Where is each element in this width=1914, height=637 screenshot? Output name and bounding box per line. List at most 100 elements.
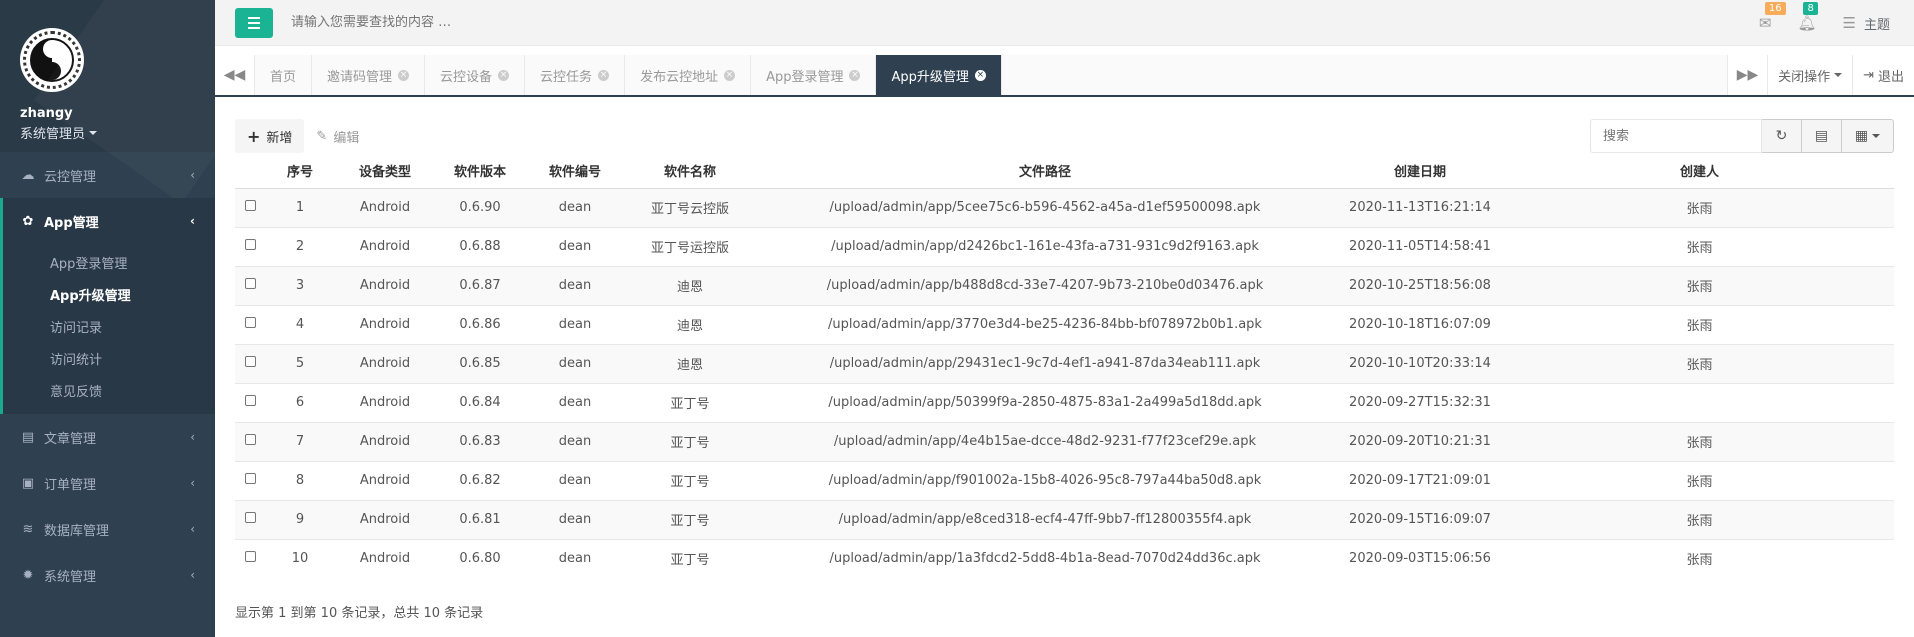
database-icon: ≋: [22, 521, 34, 537]
close-icon[interactable]: ×: [849, 69, 861, 81]
tab-invite-codes[interactable]: 邀请码管理 ×: [312, 55, 426, 95]
notification-button[interactable]: 🔔︎ 8: [1797, 2, 1818, 32]
toggle-view-button[interactable]: ▤: [1802, 119, 1842, 153]
tab-label: App登录管理: [766, 69, 844, 85]
table-row[interactable]: 2 Android 0.6.88 dean 亚丁号运控版/upload/admin/ap…: [235, 226, 1894, 266]
sidebar-item-database[interactable]: ≋ 数据库管理 ‹: [0, 506, 215, 552]
table-cell: 4: [265, 304, 335, 344]
column-header[interactable]: 设备类型: [335, 154, 435, 189]
chevron-left-icon: ‹: [190, 214, 195, 228]
row-checkbox[interactable]: [244, 434, 256, 445]
close-icon[interactable]: ×: [974, 69, 986, 81]
row-checkbox[interactable]: [244, 512, 256, 523]
tab-app-login[interactable]: App登录管理 ×: [751, 55, 877, 95]
row-checkbox[interactable]: [244, 200, 256, 211]
caret-down-icon: [89, 130, 98, 135]
tab-home[interactable]: 首页: [255, 55, 313, 95]
sidebar-subitem-app-login[interactable]: App登录管理: [3, 246, 215, 278]
table-cell: Android: [335, 304, 435, 344]
row-checkbox[interactable]: [244, 551, 256, 563]
menu-toggle-button[interactable]: [235, 7, 273, 38]
close-icon[interactable]: ×: [598, 69, 610, 81]
table-cell: 0.6.85: [435, 343, 525, 383]
sidebar-subitem-app-upgrade[interactable]: App升级管理: [3, 278, 215, 310]
table-cell: 0.6.86: [435, 304, 525, 344]
table-cell: Android: [335, 382, 435, 422]
row-select-cell: [235, 226, 265, 266]
edit-button[interactable]: ✎ 编辑: [304, 119, 371, 153]
tab-cloud-tasks[interactable]: 云控任务 ×: [525, 55, 626, 95]
grid-icon: ▦: [1854, 128, 1869, 144]
close-icon[interactable]: ×: [724, 69, 736, 81]
close-icon[interactable]: ×: [498, 69, 510, 81]
avatar[interactable]: [20, 28, 84, 92]
column-header[interactable]: 软件版本: [435, 154, 525, 189]
column-header[interactable]: 创建人: [1505, 154, 1894, 189]
logout-label: 退出: [1877, 69, 1904, 85]
table-cell: 2020-09-15T16:09:07: [1335, 499, 1505, 539]
row-select-cell: [235, 265, 265, 305]
sidebar-item-system[interactable]: ✹ 系统管理 ‹: [0, 552, 215, 598]
close-icon[interactable]: ×: [398, 69, 410, 81]
row-checkbox[interactable]: [244, 278, 256, 289]
table-cell: /upload/admin/app/29431ec1-9c7d-4ef1-a94…: [755, 343, 1335, 383]
table-cell: 2020-10-25T18:56:08: [1335, 265, 1505, 305]
table-row[interactable]: 5 Android 0.6.85 dean 迪恩/upload/admin/app/29…: [235, 343, 1894, 383]
sidebar-item-orders[interactable]: ▣ 订单管理 ‹: [0, 460, 215, 506]
table-search-input[interactable]: [1590, 119, 1762, 153]
theme-button[interactable]: ☰ 主题: [1843, 14, 1890, 33]
table-body: 1 Android 0.6.90 dean 亚丁号云控版/upload/admin/ap…: [235, 187, 1894, 578]
table-row[interactable]: 4 Android 0.6.86 dean 迪恩/upload/admin/app/37…: [235, 304, 1894, 344]
table-cell: 2020-09-27T15:32:31: [1335, 382, 1505, 422]
table-cell: 迪恩: [625, 304, 755, 344]
user-role-dropdown[interactable]: 系统管理员: [20, 123, 215, 142]
table-row[interactable]: 6 Android 0.6.84 dean 亚丁号/upload/admin/app/5…: [235, 382, 1894, 422]
row-checkbox[interactable]: [244, 239, 256, 250]
tabs-scroll-left-button[interactable]: ◀◀: [215, 55, 255, 95]
double-left-icon: ◀◀: [223, 67, 246, 83]
logout-button[interactable]: ⇥ 退出: [1852, 55, 1914, 95]
tabs-scroll-right-button[interactable]: ▶▶: [1727, 55, 1768, 95]
order-icon: ▣: [21, 475, 35, 491]
mail-button[interactable]: ✉ 16: [1759, 2, 1786, 32]
column-header[interactable]: 文件路径: [755, 154, 1335, 189]
sidebar-item-cloud[interactable]: ☁ 云控管理 ‹: [0, 152, 215, 198]
row-checkbox[interactable]: [244, 473, 256, 484]
column-header[interactable]: 软件编号: [525, 154, 625, 189]
row-checkbox[interactable]: [244, 317, 256, 328]
table-row[interactable]: 3 Android 0.6.87 dean 迪恩/upload/admin/app/b4…: [235, 265, 1894, 305]
sidebar-subitem-access-log[interactable]: 访问记录: [3, 310, 215, 342]
sidebar-subitem-access-stats[interactable]: 访问统计: [3, 342, 215, 374]
refresh-button[interactable]: ↻: [1762, 119, 1802, 153]
sidebar-subitem-feedback[interactable]: 意见反馈: [3, 374, 215, 406]
table-cell: dean: [525, 460, 625, 500]
table-cell: 2020-09-03T15:06:56: [1335, 538, 1505, 578]
table-row[interactable]: 7 Android 0.6.83 dean 亚丁号/upload/admin/app/4…: [235, 421, 1894, 461]
column-header[interactable]: 创建日期: [1335, 154, 1505, 189]
columns-dropdown-button[interactable]: ▦: [1842, 119, 1894, 153]
top-right-actions: ✉ 16 🔔︎ 8 ☰ 主题: [1759, 0, 1890, 46]
table-row[interactable]: 8 Android 0.6.82 dean 亚丁号/upload/admin/app/f…: [235, 460, 1894, 500]
tabs-right-controls: ▶▶ 关闭操作 ⇥ 退出: [1727, 55, 1914, 95]
sidebar-item-articles[interactable]: ▤ 文章管理 ‹: [0, 414, 215, 460]
row-checkbox[interactable]: [244, 356, 256, 367]
close-operations-dropdown[interactable]: 关闭操作: [1767, 55, 1853, 95]
table-row[interactable]: 1 Android 0.6.90 dean 亚丁号云控版/upload/admin/ap…: [235, 187, 1894, 227]
tab-publish-cloud-address[interactable]: 发布云控地址 ×: [625, 55, 752, 95]
table-cell: dean: [525, 343, 625, 383]
tab-label: 发布云控地址: [640, 69, 719, 85]
global-search-input[interactable]: [291, 15, 691, 30]
add-button[interactable]: + 新增: [235, 119, 305, 153]
tab-app-upgrade[interactable]: App升级管理 ×: [876, 55, 1002, 95]
column-header[interactable]: 软件名称: [625, 154, 755, 189]
hamburger-icon-line: [248, 26, 260, 29]
main-content: + 新增 ✎ 编辑 ↻ ▤ ▦ 序号 设备类型 软件版本 软件编号 软件名称: [215, 97, 1914, 637]
table-row[interactable]: 10 Android 0.6.80 dean 亚丁号/upload/admin/app/…: [235, 538, 1894, 578]
column-header[interactable]: 序号: [265, 154, 335, 189]
tab-cloud-devices[interactable]: 云控设备 ×: [425, 55, 526, 95]
row-checkbox[interactable]: [244, 395, 256, 406]
table-cell: Android: [335, 265, 435, 305]
sidebar-item-app[interactable]: ✿ App管理 ‹: [0, 198, 215, 244]
cloud-icon: ☁: [21, 167, 35, 183]
table-row[interactable]: 9 Android 0.6.81 dean 亚丁号/upload/admin/app/e…: [235, 499, 1894, 539]
